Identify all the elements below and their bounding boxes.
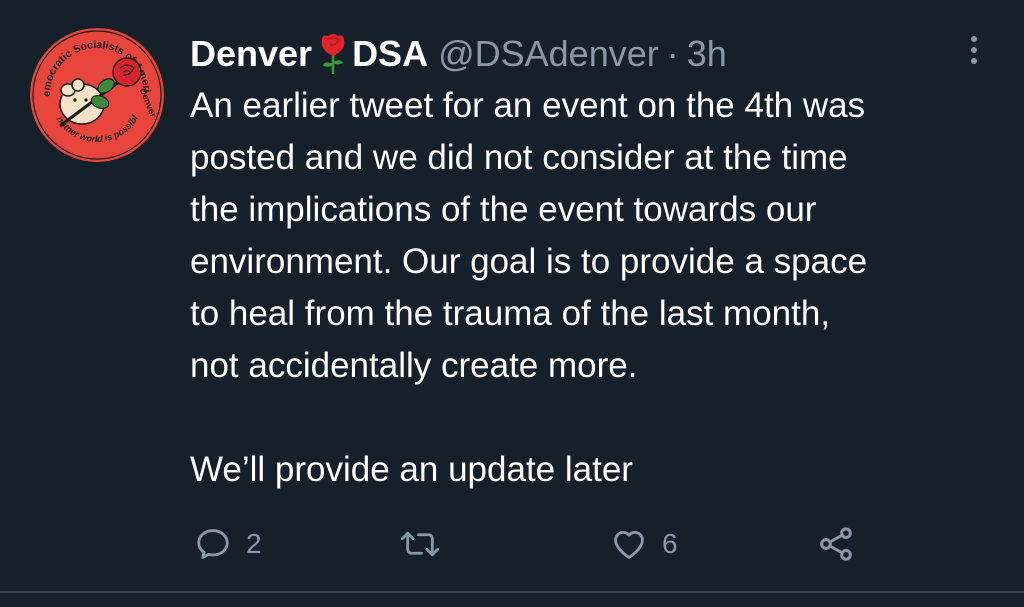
share-nodes-icon xyxy=(820,527,852,561)
timestamp[interactable]: 3h xyxy=(687,33,727,75)
tweet-line: posted and we did not consider at the ti… xyxy=(190,138,848,177)
more-options-button[interactable] xyxy=(958,30,990,70)
tweet-text: An earlier tweet for an event on the 4th… xyxy=(190,80,1000,496)
display-name-suffix[interactable]: DSA xyxy=(352,33,428,75)
tweet-actions: 2 6 xyxy=(0,520,1024,568)
vertical-ellipsis-icon xyxy=(971,36,977,42)
tweet-line: to heal from the trauma of the last mont… xyxy=(190,294,831,333)
display-name[interactable]: Denver xyxy=(190,33,312,75)
divider xyxy=(0,591,1024,593)
like-count: 6 xyxy=(662,528,678,559)
tweet-line: environment. Our goal is to provide a sp… xyxy=(190,242,868,281)
tweet[interactable]: Democratic Socialists of America Denver … xyxy=(0,0,1024,607)
user-handle[interactable]: @DSAdenver xyxy=(438,33,659,75)
separator-dot: · xyxy=(666,33,679,74)
retweet-button[interactable] xyxy=(400,520,454,568)
dsa-denver-logo: Democratic Socialists of America Denver … xyxy=(30,28,164,162)
tweet-line: not accidentally create more. xyxy=(190,346,638,385)
heart-icon xyxy=(614,530,644,559)
speech-bubble-icon xyxy=(197,529,229,559)
tweet-line: An earlier tweet for an event on the 4th… xyxy=(190,86,866,125)
avatar[interactable]: Democratic Socialists of America Denver … xyxy=(30,28,164,162)
reply-button[interactable]: 2 xyxy=(194,520,262,568)
tweet-line: the implications of the event towards ou… xyxy=(190,190,817,229)
tweet-line: We’ll provide an update later xyxy=(190,450,633,489)
retweet-arrows-icon xyxy=(400,531,440,557)
like-button[interactable]: 6 xyxy=(610,520,678,568)
rose-emoji xyxy=(318,32,348,76)
reply-count: 2 xyxy=(246,528,262,559)
share-button[interactable] xyxy=(816,520,856,568)
tweet-header: Denver DSA @DSAdenver · 3h xyxy=(190,28,727,80)
